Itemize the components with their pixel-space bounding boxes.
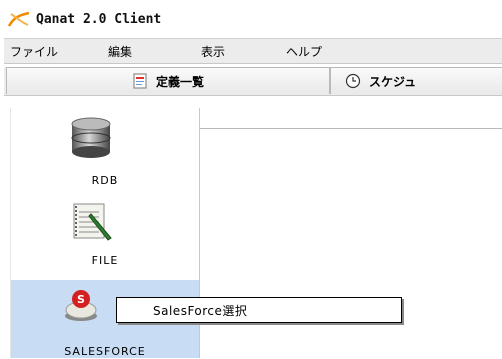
document-icon [133, 73, 147, 89]
database-icon [71, 117, 111, 158]
tab-schedule[interactable]: スケジュ [330, 67, 502, 94]
tab-label: 定義一覧 [155, 74, 204, 89]
salesforce-icon: S [65, 290, 97, 321]
tooltip-text: SalesForce選択 [153, 303, 248, 318]
title-bar: Qanat 2.0 Client [0, 0, 502, 38]
main-panel [200, 128, 502, 359]
menu-edit[interactable]: 編集 [108, 43, 132, 60]
tooltip: SalesForce選択 [116, 297, 402, 323]
menu-file[interactable]: ファイル [10, 43, 58, 60]
menu-bar: ファイル 編集 表示 ヘルプ [4, 38, 502, 64]
notepad-icon [73, 203, 112, 241]
sidebar-item-label: FILE [91, 254, 119, 267]
window-title: Qanat 2.0 Client [36, 11, 162, 27]
menu-help[interactable]: ヘルプ [286, 43, 322, 60]
app-logo-icon [8, 11, 30, 27]
tab-label: スケジュ [369, 74, 417, 89]
sidebar-item-label: SALESFORCE [64, 345, 146, 358]
tab-definition-list[interactable]: 定義一覧 [6, 67, 330, 94]
sidebar-item-rdb[interactable]: RDB [11, 108, 199, 194]
menu-view[interactable]: 表示 [201, 43, 225, 60]
clock-icon [345, 73, 361, 89]
sidebar-item-file[interactable]: FILE [11, 194, 199, 280]
sidebar-item-label: RDB [91, 174, 119, 187]
tab-strip: 定義一覧 スケジュ [4, 67, 502, 95]
svg-text:S: S [77, 293, 85, 306]
